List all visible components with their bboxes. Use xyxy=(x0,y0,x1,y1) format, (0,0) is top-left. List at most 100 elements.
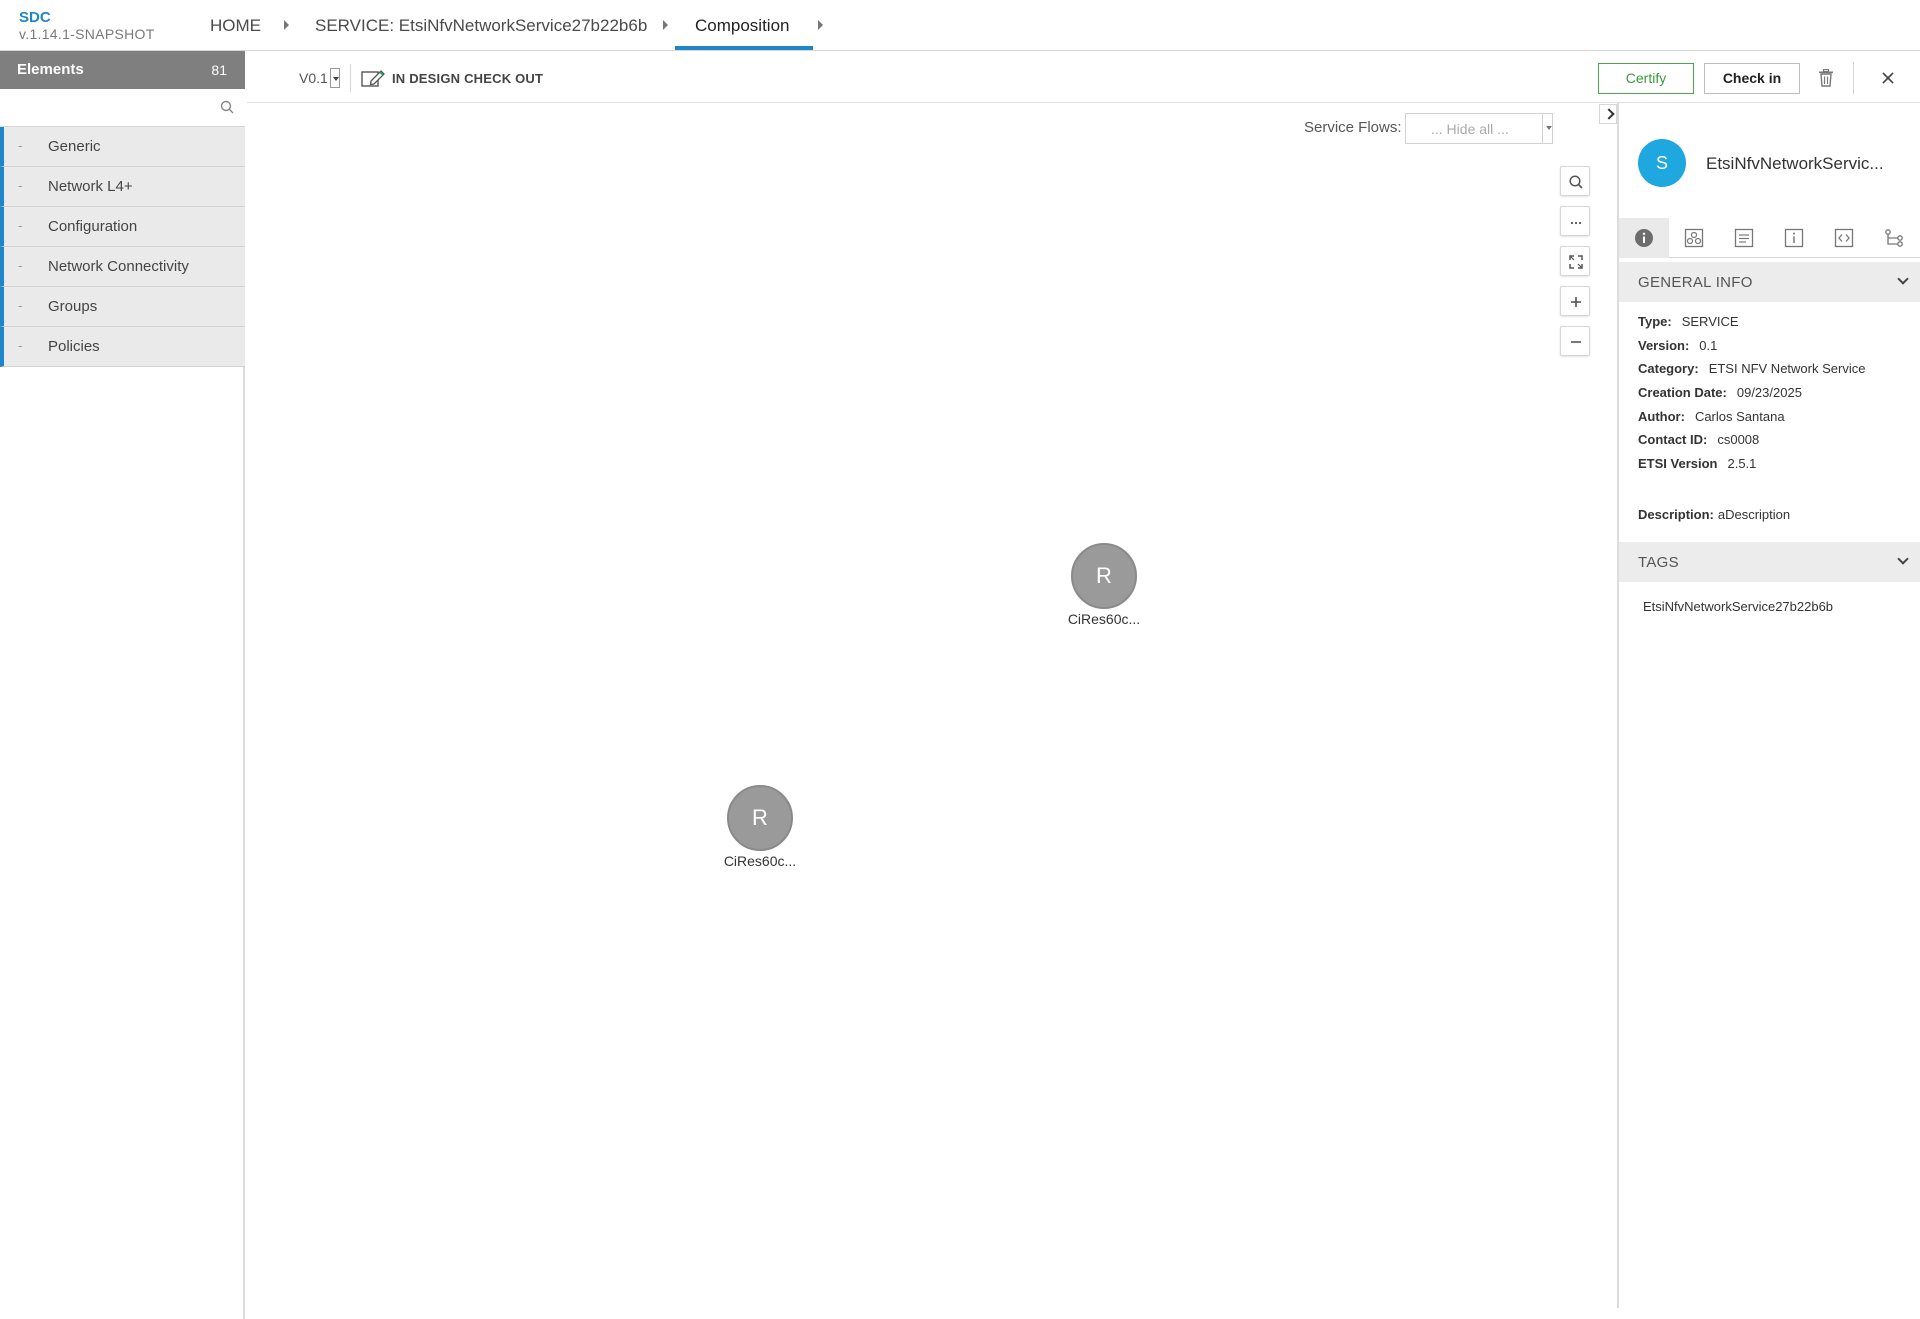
info-key: Contact ID: xyxy=(1638,432,1708,447)
collapse-dash-icon: - xyxy=(18,338,23,353)
palette-group-label: Configuration xyxy=(48,218,138,235)
palette-title: Elements xyxy=(17,61,84,78)
canvas-search-button[interactable] xyxy=(1560,166,1590,196)
tab-information[interactable] xyxy=(1769,218,1819,258)
canvas-more-button[interactable] xyxy=(1560,206,1590,236)
collapse-panel-button[interactable] xyxy=(1599,104,1617,124)
tag-item: EtsiNfvNetworkService27b22b6b xyxy=(1643,599,1834,614)
fit-to-screen-button[interactable] xyxy=(1560,246,1590,276)
palette-group-network-l4[interactable]: - Network L4+ xyxy=(0,167,245,207)
canvas-node-label: CiRes60c... xyxy=(723,853,797,869)
info-author: Author: Carlos Santana xyxy=(1638,409,1785,424)
info-circle-icon xyxy=(1635,229,1653,247)
chevron-down-icon[interactable] xyxy=(330,68,340,88)
tab-general-info[interactable] xyxy=(1619,218,1669,258)
document-icon xyxy=(1734,228,1754,248)
palette-group-generic[interactable]: - Generic xyxy=(0,127,245,167)
section-title: TAGS xyxy=(1638,554,1679,571)
collapse-dash-icon: - xyxy=(18,298,23,313)
elements-palette: Elements 81 - Generic - Network L4+ - Co… xyxy=(0,51,245,1319)
breadcrumb-home[interactable]: HOME xyxy=(210,0,261,51)
breadcrumb-separator-icon xyxy=(663,20,668,30)
info-creation-date: Creation Date: 09/23/2025 xyxy=(1638,385,1802,400)
breadcrumb-menu-arrow-icon[interactable] xyxy=(818,20,823,30)
palette-group-label: Groups xyxy=(48,298,98,315)
close-icon[interactable] xyxy=(1881,71,1895,85)
palette-group-policies[interactable]: - Policies xyxy=(0,327,245,367)
check-in-button[interactable]: Check in xyxy=(1704,63,1800,94)
chevron-down-icon xyxy=(1897,273,1909,285)
tags-section-header[interactable]: TAGS xyxy=(1619,542,1920,582)
flow-icon xyxy=(1885,229,1903,247)
info-version: Version: 0.1 xyxy=(1638,338,1717,353)
info-value: Carlos Santana xyxy=(1694,409,1785,424)
version-value: V0.1 xyxy=(299,70,328,86)
app-logo[interactable]: SDC v.1.14.1-SNAPSHOT xyxy=(19,9,155,43)
tab-properties[interactable] xyxy=(1719,218,1769,258)
section-title: GENERAL INFO xyxy=(1638,274,1753,291)
info-category: Category: ETSI NFV Network Service xyxy=(1638,361,1865,376)
tab-api[interactable] xyxy=(1819,218,1869,258)
toolbar-divider xyxy=(350,64,351,92)
zoom-in-button[interactable] xyxy=(1560,286,1590,316)
info-value: 0.1 xyxy=(1699,338,1718,353)
search-icon xyxy=(1569,175,1583,189)
tab-deployment-artifacts[interactable] xyxy=(1669,218,1719,258)
palette-count: 81 xyxy=(211,62,227,78)
details-tabs xyxy=(1619,218,1920,258)
app-version: v.1.14.1-SNAPSHOT xyxy=(19,26,155,42)
info-type: Type: SERVICE xyxy=(1638,314,1739,329)
collapse-dash-icon: - xyxy=(18,258,23,273)
info-key: Category: xyxy=(1638,361,1699,376)
search-icon[interactable] xyxy=(220,100,234,114)
chevron-down-icon xyxy=(1542,114,1552,143)
active-breadcrumb-indicator xyxy=(675,46,813,50)
palette-group-label: Generic xyxy=(48,138,101,155)
palette-group-network-connectivity[interactable]: - Network Connectivity xyxy=(0,247,245,287)
info-description: Description: aDescription xyxy=(1638,507,1790,522)
info-contact-id: Contact ID: cs0008 xyxy=(1638,432,1759,447)
checkout-edit-icon xyxy=(361,70,385,87)
app-name: SDC xyxy=(19,9,51,26)
info-key: Version: xyxy=(1638,338,1690,353)
info-key: ETSI Version xyxy=(1638,456,1718,471)
composition-canvas[interactable] xyxy=(247,103,1617,1308)
collapse-dash-icon: - xyxy=(18,138,23,153)
breadcrumb-service[interactable]: SERVICE: EtsiNfvNetworkService27b22b6b xyxy=(315,0,647,51)
info-box-icon xyxy=(1784,228,1804,248)
tab-service-paths[interactable] xyxy=(1869,218,1919,258)
general-info-section-header[interactable]: GENERAL INFO xyxy=(1619,262,1920,302)
canvas-node[interactable]: R xyxy=(1071,543,1137,609)
info-value: SERVICE xyxy=(1681,314,1739,329)
more-dots-icon xyxy=(1570,221,1582,225)
breadcrumb-composition[interactable]: Composition xyxy=(695,0,790,51)
palette-group-configuration[interactable]: - Configuration xyxy=(0,207,245,247)
chevron-down-icon xyxy=(1897,553,1909,565)
palette-group-label: Network L4+ xyxy=(48,178,133,195)
plus-icon xyxy=(1571,297,1581,307)
info-value: 2.5.1 xyxy=(1727,456,1757,471)
artifacts-icon xyxy=(1684,228,1704,248)
code-icon xyxy=(1834,228,1854,248)
palette-group-list: - Generic - Network L4+ - Configuration … xyxy=(0,127,245,367)
expand-icon xyxy=(1569,255,1583,269)
info-etsi-version: ETSI Version 2.5.1 xyxy=(1638,456,1756,471)
service-flows-select[interactable]: ... Hide all ... xyxy=(1405,113,1553,144)
palette-group-groups[interactable]: - Groups xyxy=(0,287,245,327)
info-value: cs0008 xyxy=(1717,432,1760,447)
zoom-out-button[interactable] xyxy=(1560,326,1590,356)
info-value: ETSI NFV Network Service xyxy=(1708,361,1866,376)
component-name: EtsiNfvNetworkServic... xyxy=(1706,154,1884,173)
trash-icon[interactable] xyxy=(1818,69,1834,87)
info-value: aDescription xyxy=(1717,507,1791,522)
minus-icon xyxy=(1571,341,1581,343)
breadcrumb-separator-icon xyxy=(284,20,289,30)
certify-button[interactable]: Certify xyxy=(1598,63,1694,94)
info-key: Description: xyxy=(1638,507,1714,522)
info-key: Type: xyxy=(1638,314,1672,329)
component-avatar: S xyxy=(1638,139,1686,187)
canvas-node[interactable]: R xyxy=(727,785,793,851)
canvas-node-label: CiRes60c... xyxy=(1067,611,1141,627)
top-navigation-bar: SDC v.1.14.1-SNAPSHOT HOME SERVICE: Etsi… xyxy=(0,0,1920,51)
palette-search-input[interactable] xyxy=(4,94,209,122)
